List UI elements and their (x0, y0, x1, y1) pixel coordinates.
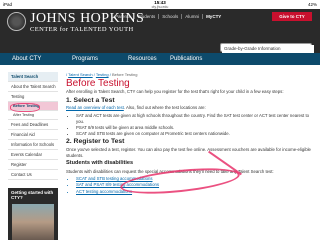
sidebar-item-testing[interactable]: Testing (8, 92, 58, 102)
nav-programs[interactable]: Programs (72, 56, 98, 62)
battery-indicator: 42% (307, 2, 317, 7)
grade-label: Grade-by-Grade Information (222, 45, 314, 53)
promo-title: Getting started with CTY? (11, 190, 54, 200)
sidebar-item-after-testing[interactable]: After Testing (8, 111, 58, 120)
test-location-list: SAT and ACT tests are given at high scho… (76, 113, 316, 136)
sidebar-item-schools[interactable]: Information for Schools (8, 140, 58, 150)
sidebar-item-talent-search[interactable]: Talent Search (8, 72, 58, 82)
disabilities-heading: Students with disabilities (66, 160, 134, 167)
nav-resources[interactable]: Resources (128, 56, 157, 62)
promo-photo (12, 204, 54, 240)
sidebar-item-about[interactable]: About the Talent Search (8, 82, 58, 92)
sidebar-item-events[interactable]: Events Calendar (8, 150, 58, 160)
give-button[interactable]: Give to CTY (272, 12, 312, 21)
main-nav: About CTY Programs Resources Publication… (0, 53, 320, 65)
audience-nav: Parents Students Schools Alumni MyCTY (112, 14, 224, 19)
nav-publications[interactable]: Publications (170, 56, 202, 62)
step2-text: Once you've selected a test, register. Y… (66, 146, 311, 158)
university-seal-icon[interactable] (7, 12, 26, 31)
step1-text: Read an overview of each test. Also, fin… (66, 105, 206, 111)
highlight-annotation (10, 103, 40, 112)
list-item: PSAT 8/9 tests will be given at area mid… (76, 125, 316, 131)
nav-mycty[interactable]: MyCTY (203, 14, 224, 19)
nav-about-cty[interactable]: About CTY (12, 56, 41, 62)
step2-heading: 2. Register to Test (66, 138, 125, 146)
list-item: SAT and ACT tests are given at high scho… (76, 113, 316, 124)
nav-schools[interactable]: Schools (159, 14, 183, 19)
breadcrumb: / Talent Search / Testing / Before Testi… (66, 72, 138, 77)
sidebar: Talent Search About the Talent Search Te… (8, 72, 58, 180)
nav-students[interactable]: Students (135, 14, 160, 19)
getting-started-promo[interactable]: Getting started with CTY? (8, 188, 58, 240)
step1-heading: 1. Select a Test (66, 96, 115, 104)
sidebar-item-contact[interactable]: Contact Us (8, 170, 58, 180)
nav-alumni[interactable]: Alumni (182, 14, 204, 19)
status-bar: iPad 15:43 cty.jhu.edu 42% (0, 0, 320, 9)
breadcrumb-talent-search[interactable]: Talent Search (68, 72, 92, 77)
breadcrumb-testing[interactable]: Testing (96, 72, 109, 77)
logo-subtitle[interactable]: CENTER for TALENTED YOUTH (30, 26, 134, 33)
sidebar-item-register[interactable]: Register (8, 160, 58, 170)
list-item: SCAT and STB tests are given on computer… (76, 131, 316, 137)
test-overview-link[interactable]: Read an overview of each test (66, 105, 124, 110)
intro-text: After enrolling in Talent Search, CTY ca… (66, 89, 284, 95)
nav-parents[interactable]: Parents (112, 14, 135, 19)
breadcrumb-current: Before Testing (111, 72, 138, 77)
sidebar-item-financial-aid[interactable]: Financial Aid (8, 130, 58, 140)
sidebar-item-fees[interactable]: Fees and Deadlines (8, 120, 58, 130)
page-title: Before Testing (66, 77, 130, 89)
url-bar[interactable]: cty.jhu.edu (0, 5, 320, 9)
